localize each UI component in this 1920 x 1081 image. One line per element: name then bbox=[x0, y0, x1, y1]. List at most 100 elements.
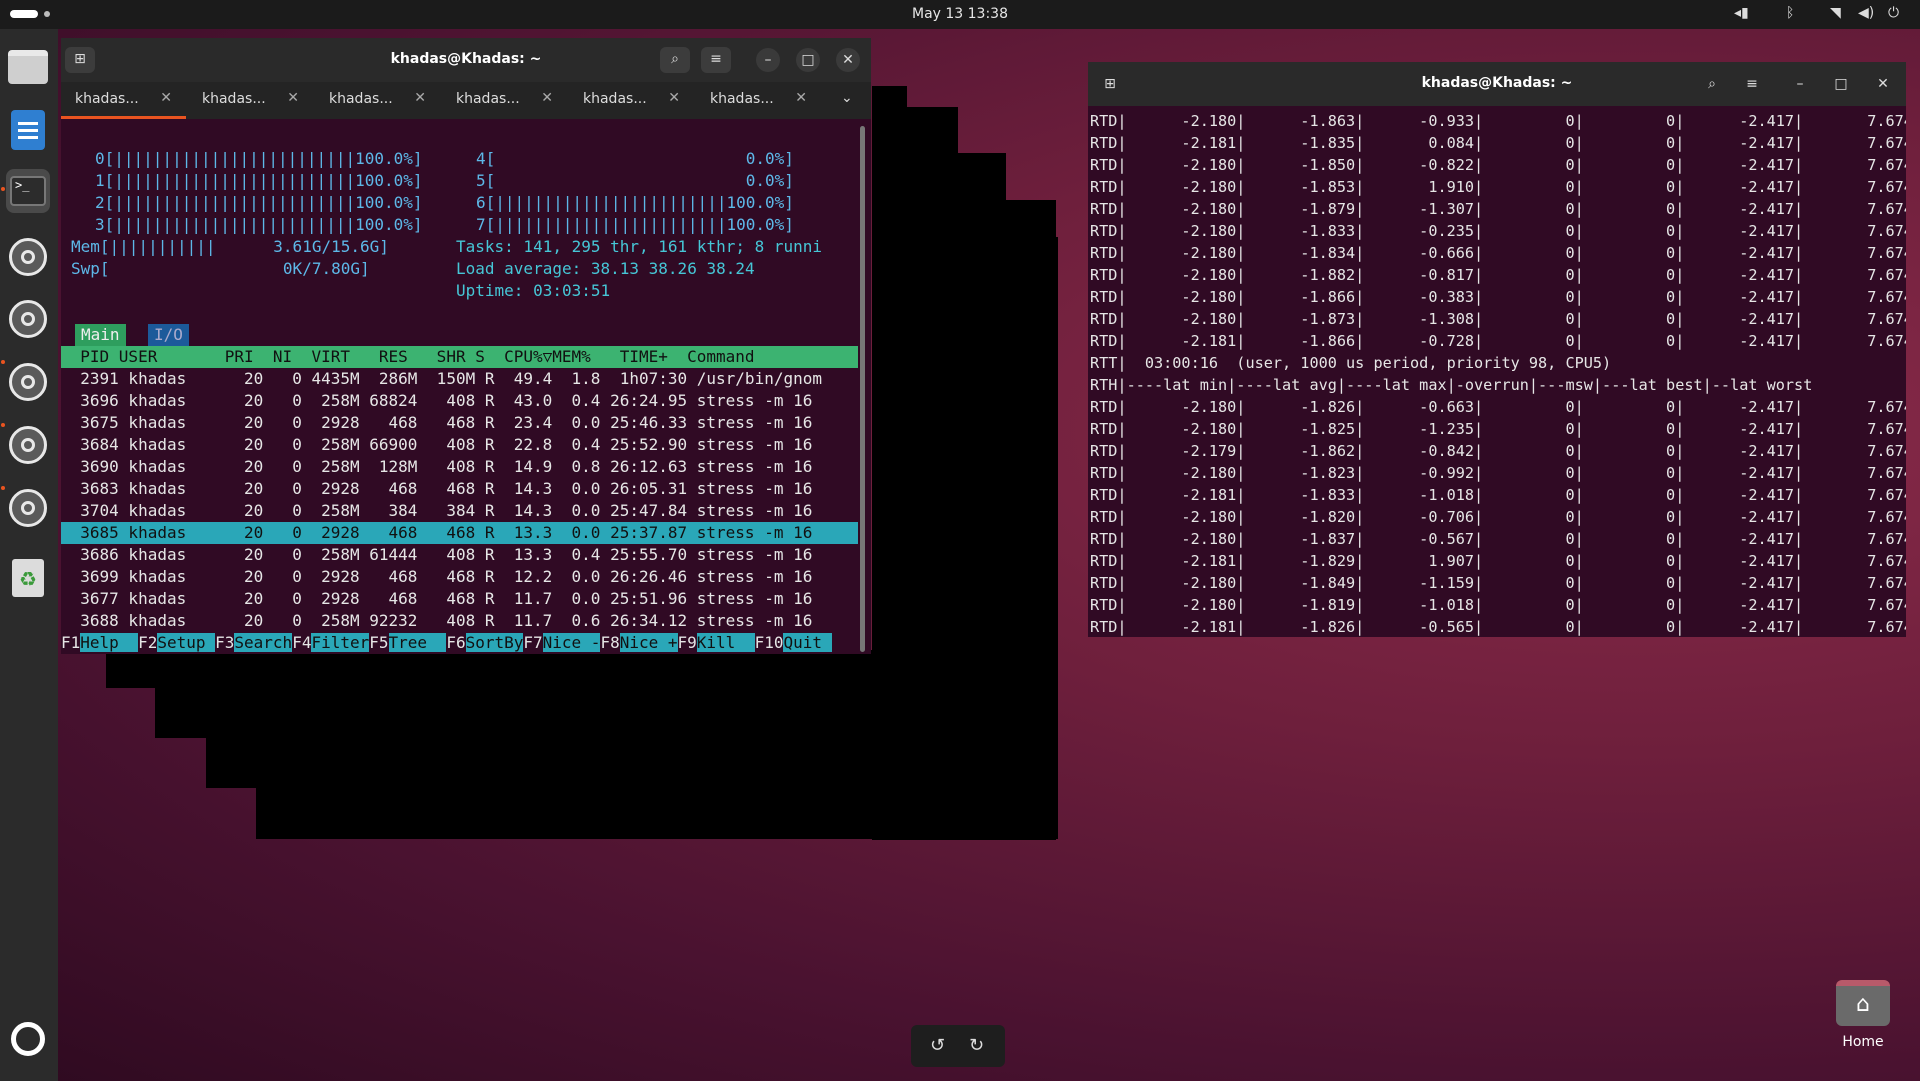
trash-icon: ♻ bbox=[12, 559, 44, 597]
fkey-f8[interactable]: F8 bbox=[600, 633, 619, 652]
search-icon[interactable]: ⌕ bbox=[660, 47, 690, 73]
rotate-right-icon[interactable]: ↻ bbox=[969, 1035, 984, 1056]
window-header[interactable]: ⊞ khadas@Khadas: ~ ⌕ ≡ – □ ✕ bbox=[1088, 62, 1906, 106]
fkey-label[interactable]: Kill bbox=[696, 633, 755, 652]
tab-label: khadas... bbox=[710, 91, 774, 107]
fkey-f7[interactable]: F7 bbox=[523, 633, 542, 652]
fkey-f6[interactable]: F6 bbox=[446, 633, 465, 652]
text-editor-app[interactable] bbox=[6, 108, 50, 152]
fkey-f4[interactable]: F4 bbox=[292, 633, 311, 652]
tab-2[interactable]: khadas... ✕ bbox=[188, 82, 313, 119]
fkey-label[interactable]: Search bbox=[234, 633, 293, 652]
settings-app-4[interactable] bbox=[6, 423, 50, 467]
process-row[interactable]: 3699 khadas 20 0 2928 468 468 R 12.2 0.0… bbox=[61, 566, 858, 588]
fkey-label[interactable]: Nice - bbox=[542, 633, 601, 652]
settings-app-1[interactable] bbox=[6, 235, 50, 279]
process-row[interactable]: 3683 khadas 20 0 2928 468 468 R 14.3 0.0… bbox=[61, 478, 858, 500]
scrollbar[interactable] bbox=[860, 126, 865, 652]
gear-icon bbox=[9, 426, 47, 464]
close-tab-icon[interactable]: ✕ bbox=[795, 90, 807, 106]
minimize-icon[interactable]: – bbox=[1788, 72, 1812, 96]
window-header[interactable]: ⊞ khadas@Khadas: ~ ⌕ ≡ – □ ✕ bbox=[61, 38, 871, 82]
cpu-meter-3: 3[|||||||||||||||||||||||||100.0%] bbox=[95, 215, 423, 234]
tab-1[interactable]: khadas... ✕ bbox=[61, 82, 186, 119]
home-folder-icon: ⌂ bbox=[1836, 980, 1890, 1026]
render-artifact bbox=[155, 686, 1058, 738]
tab-5[interactable]: khadas... ✕ bbox=[569, 82, 694, 119]
render-artifact bbox=[256, 786, 1058, 839]
fkey-f3[interactable]: F3 bbox=[215, 633, 234, 652]
terminal-window-htop[interactable]: ⊞ khadas@Khadas: ~ ⌕ ≡ – □ ✕ khadas... ✕ … bbox=[61, 38, 871, 654]
tab-label: khadas... bbox=[583, 91, 647, 107]
fkey-label[interactable]: Setup bbox=[157, 633, 216, 652]
tab-label: khadas... bbox=[456, 91, 520, 107]
running-indicator bbox=[1, 486, 5, 490]
close-tab-icon[interactable]: ✕ bbox=[668, 90, 680, 106]
htop-tab-io[interactable]: I/O bbox=[148, 324, 189, 346]
fkey-f1[interactable]: F1 bbox=[61, 633, 80, 652]
menu-icon[interactable]: ≡ bbox=[701, 47, 731, 73]
htop-tab-main[interactable]: Main bbox=[75, 324, 126, 346]
running-indicator bbox=[1, 187, 5, 191]
process-row[interactable]: 3685 khadas 20 0 2928 468 468 R 13.3 0.0… bbox=[61, 522, 858, 544]
fkey-f9[interactable]: F9 bbox=[678, 633, 697, 652]
settings-app-5[interactable] bbox=[6, 486, 50, 530]
fkey-label[interactable]: Nice + bbox=[619, 633, 678, 652]
process-row[interactable]: 3684 khadas 20 0 258M 66900 408 R 22.8 0… bbox=[61, 434, 858, 456]
fkey-f2[interactable]: F2 bbox=[138, 633, 157, 652]
running-indicator bbox=[1, 360, 5, 364]
close-tab-icon[interactable]: ✕ bbox=[160, 90, 172, 106]
minimize-icon[interactable]: – bbox=[756, 48, 780, 72]
settings-app-3[interactable] bbox=[6, 360, 50, 404]
search-icon[interactable]: ⌕ bbox=[1700, 72, 1724, 96]
uptime: Uptime: 03:03:51 bbox=[456, 281, 611, 300]
process-row[interactable]: 3677 khadas 20 0 2928 468 468 R 11.7 0.0… bbox=[61, 588, 858, 610]
process-row[interactable]: 3704 khadas 20 0 258M 384 384 R 14.3 0.0… bbox=[61, 500, 858, 522]
folder-icon bbox=[8, 50, 48, 84]
fkey-label[interactable]: Help bbox=[80, 633, 139, 652]
process-row[interactable]: 3686 khadas 20 0 258M 61444 408 R 13.3 0… bbox=[61, 544, 858, 566]
wifi-icon[interactable]: ◥ bbox=[1830, 5, 1841, 21]
tab-4[interactable]: khadas... ✕ bbox=[442, 82, 567, 119]
process-table-header[interactable]: PID USER PRI NI VIRT RES SHR S CPU%▽MEM%… bbox=[61, 346, 858, 368]
power-icon[interactable]: ⏻ bbox=[1888, 5, 1899, 21]
volume-icon[interactable]: ◀) bbox=[1858, 5, 1874, 21]
process-row[interactable]: 3696 khadas 20 0 258M 68824 408 R 43.0 0… bbox=[61, 390, 858, 412]
close-icon[interactable]: ✕ bbox=[836, 48, 860, 72]
close-tab-icon[interactable]: ✕ bbox=[541, 90, 553, 106]
fkey-f5[interactable]: F5 bbox=[369, 633, 388, 652]
home-desktop-icon[interactable]: ⌂ Home bbox=[1830, 980, 1896, 1060]
show-apps-button[interactable] bbox=[6, 1017, 50, 1061]
chevron-down-icon[interactable]: ⌄ bbox=[841, 90, 853, 106]
process-row[interactable]: 3675 khadas 20 0 2928 468 468 R 23.4 0.0… bbox=[61, 412, 858, 434]
process-row[interactable]: 3690 khadas 20 0 258M 128M 408 R 14.9 0.… bbox=[61, 456, 858, 478]
terminal-app[interactable]: >_ bbox=[6, 169, 50, 213]
close-tab-icon[interactable]: ✕ bbox=[287, 90, 299, 106]
settings-app-2[interactable] bbox=[6, 297, 50, 341]
rotate-left-icon[interactable]: ↺ bbox=[930, 1035, 945, 1056]
bluetooth-icon[interactable]: ᛒ bbox=[1786, 5, 1794, 21]
terminal-window-cyclictest[interactable]: ⊞ khadas@Khadas: ~ ⌕ ≡ – □ ✕ RTD| -2.180… bbox=[1088, 62, 1906, 637]
trash-app[interactable]: ♻ bbox=[6, 556, 50, 600]
fkey-f10[interactable]: F10 bbox=[755, 633, 784, 652]
files-app[interactable] bbox=[6, 45, 50, 89]
tab-6[interactable]: khadas... ✕ bbox=[696, 82, 821, 119]
process-row[interactable]: 3688 khadas 20 0 258M 92232 408 R 11.7 0… bbox=[61, 610, 858, 632]
fkey-label[interactable]: Quit bbox=[783, 633, 832, 652]
rotation-controls: ↺ ↻ bbox=[911, 1025, 1005, 1067]
maximize-icon[interactable]: □ bbox=[1829, 72, 1853, 96]
clock[interactable]: May 13 13:38 bbox=[0, 6, 1920, 22]
fkey-label[interactable]: Filter bbox=[311, 633, 370, 652]
cpu-meter-4: 4[ 0.0%] bbox=[476, 149, 794, 168]
tab-3[interactable]: khadas... ✕ bbox=[315, 82, 440, 119]
accessibility-icon[interactable]: ◂▮ bbox=[1734, 5, 1749, 21]
gear-icon bbox=[9, 489, 47, 527]
close-tab-icon[interactable]: ✕ bbox=[414, 90, 426, 106]
close-icon[interactable]: ✕ bbox=[1871, 72, 1895, 96]
fkey-label[interactable]: SortBy bbox=[465, 633, 524, 652]
process-row[interactable]: 2391 khadas 20 0 4435M 286M 150M R 49.4 … bbox=[61, 368, 858, 390]
output-line: RTH|----lat min|----lat avg|----lat max|… bbox=[1090, 376, 1813, 394]
menu-icon[interactable]: ≡ bbox=[1740, 72, 1764, 96]
maximize-icon[interactable]: □ bbox=[796, 48, 820, 72]
fkey-label[interactable]: Tree bbox=[388, 633, 447, 652]
